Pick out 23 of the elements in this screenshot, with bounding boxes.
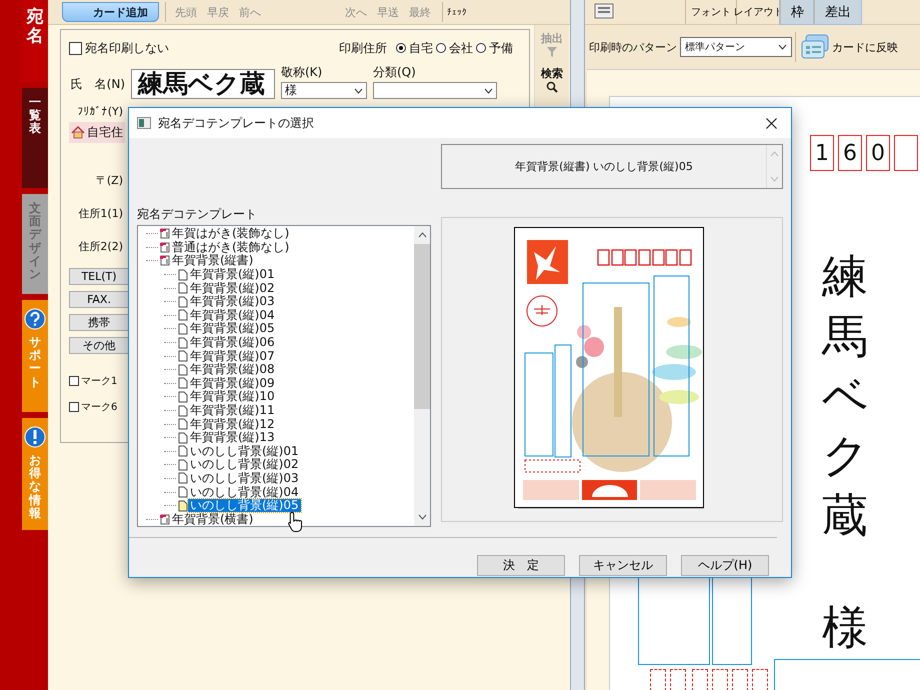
postal-code-digit: 0 — [866, 135, 890, 171]
radio-label: 自宅 — [409, 40, 433, 56]
field-label: 氏 名(N) — [70, 76, 125, 93]
dialog-title: 宛名デコテンプレートの選択 — [158, 114, 314, 132]
checkbox-label: マーク1 — [81, 375, 118, 388]
field-label: 敬称(K) — [281, 64, 324, 81]
checkbox-label: マーク6 — [81, 401, 118, 414]
recipient-name: 練馬ベク蔵 — [822, 248, 868, 544]
checkbox-label: 宛名印刷しない — [85, 40, 169, 56]
field-label: 印刷時のパターン — [589, 40, 677, 54]
postal-code-digit: 1 — [810, 135, 834, 171]
tree-label: 宛名デコテンプレート — [137, 206, 258, 223]
radio-label: 会社 — [449, 40, 473, 56]
field-label: ﾌﾘｶﾞﾅ(Y) — [76, 105, 123, 118]
field-label: 住所1(1) — [77, 206, 123, 221]
field-label: 印刷住所 — [339, 40, 387, 56]
field-label: 〒(Z) — [94, 173, 123, 188]
honorific-text: 様 — [822, 599, 868, 656]
selection-field: 年賀背景(縦書) いのしし背景(縦)05 — [441, 144, 783, 189]
field-label: 分類(Q) — [373, 64, 417, 81]
postal-code-digit: 6 — [838, 135, 862, 171]
radio-label: 予備 — [489, 40, 513, 56]
field-label: 住所2(2) — [77, 239, 123, 254]
